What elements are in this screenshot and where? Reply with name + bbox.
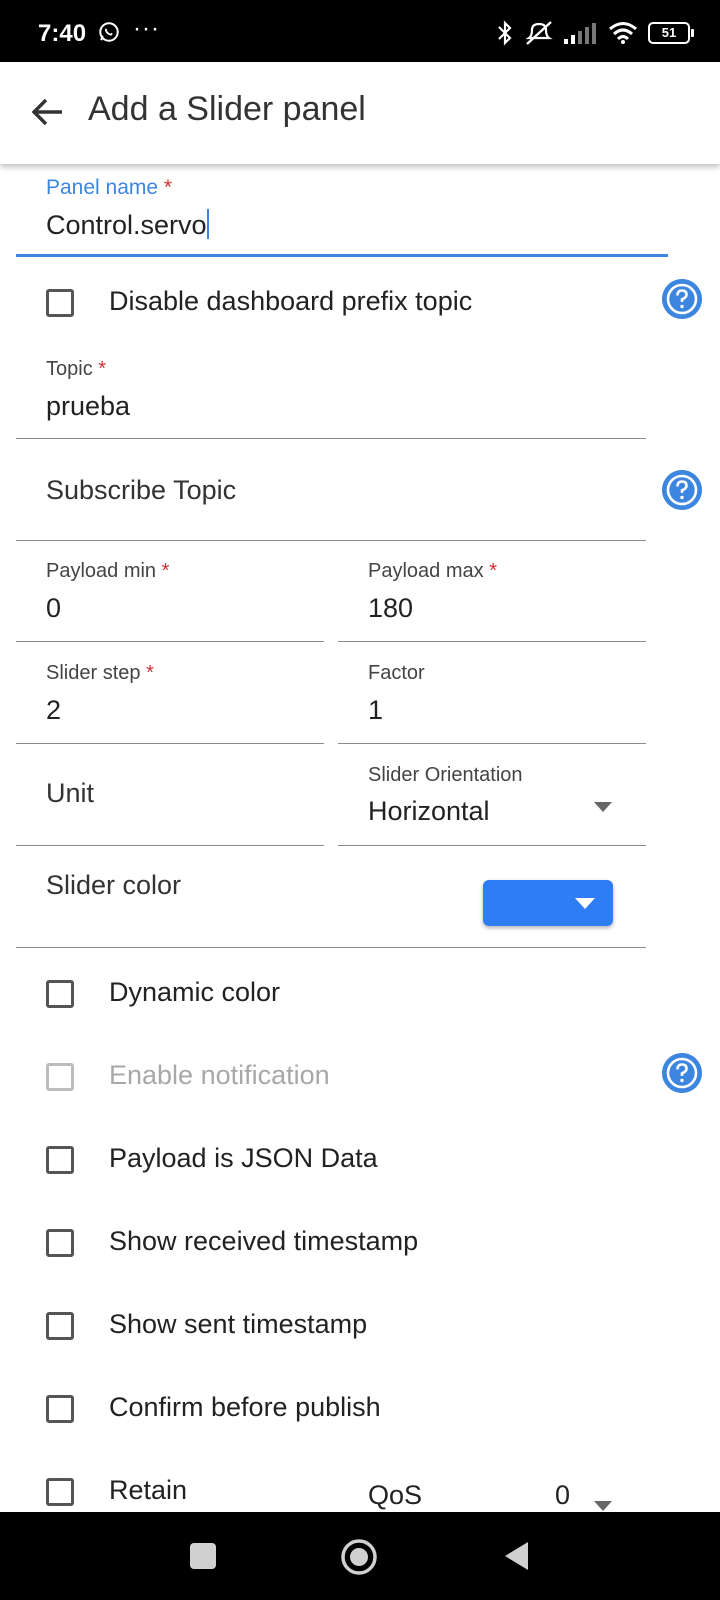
qos-select[interactable]: 0 xyxy=(555,1480,570,1511)
show-sent-timestamp-checkbox[interactable] xyxy=(46,1312,74,1340)
topic-label: Topic * xyxy=(46,358,107,380)
chevron-down-icon xyxy=(575,898,595,909)
panel-name-label: Panel name * xyxy=(46,176,173,199)
payload-max-label: Payload max * xyxy=(368,560,497,582)
disable-prefix-label: Disable dashboard prefix topic xyxy=(109,286,473,316)
subscribe-topic-underline xyxy=(16,540,646,541)
dynamic-color-label: Dynamic color xyxy=(109,977,281,1007)
recents-icon[interactable] xyxy=(190,1543,216,1569)
battery-icon: 51 xyxy=(648,22,694,44)
payload-json-label: Payload is JSON Data xyxy=(109,1143,378,1173)
factor-input[interactable]: 1 xyxy=(368,695,383,726)
text-cursor xyxy=(206,209,209,239)
slider-step-label: Slider step * xyxy=(46,662,154,684)
payload-json-checkbox[interactable] xyxy=(46,1146,74,1174)
payload-min-input[interactable]: 0 xyxy=(46,593,61,624)
status-bar: 7:40 ··· 51 xyxy=(0,0,720,62)
confirm-publish-checkbox[interactable] xyxy=(46,1395,74,1423)
topic-input[interactable]: prueba xyxy=(46,391,130,422)
confirm-publish-label: Confirm before publish xyxy=(109,1392,381,1422)
dynamic-color-checkbox[interactable] xyxy=(46,980,74,1008)
show-received-timestamp-checkbox[interactable] xyxy=(46,1229,74,1257)
help-icon[interactable] xyxy=(662,1053,702,1093)
help-icon[interactable] xyxy=(662,470,702,510)
qos-label: QoS xyxy=(368,1480,423,1510)
orientation-label: Slider Orientation xyxy=(368,764,523,786)
retain-checkbox[interactable] xyxy=(46,1478,74,1506)
factor-label: Factor xyxy=(368,662,425,684)
unit-input[interactable]: Unit xyxy=(46,778,94,809)
help-icon[interactable] xyxy=(662,279,702,319)
payload-max-input[interactable]: 180 xyxy=(368,593,413,624)
panel-name-input[interactable]: Control.servo xyxy=(46,209,209,241)
chevron-down-icon[interactable] xyxy=(594,1501,612,1511)
back-arrow-icon[interactable] xyxy=(30,94,66,130)
bluetooth-icon xyxy=(498,20,512,46)
slider-color-label: Slider color xyxy=(46,870,182,900)
navigation-bar xyxy=(0,1512,720,1600)
orientation-underline xyxy=(338,845,646,846)
payload-max-underline xyxy=(338,641,646,642)
enable-notification-label: Enable notification xyxy=(109,1060,330,1090)
signal-icon xyxy=(564,23,596,44)
status-icons: 51 xyxy=(496,20,694,46)
mute-icon xyxy=(525,21,553,45)
disable-prefix-checkbox[interactable] xyxy=(46,289,74,317)
payload-min-underline xyxy=(16,641,324,642)
chevron-down-icon[interactable] xyxy=(594,802,612,812)
show-sent-timestamp-label: Show sent timestamp xyxy=(109,1309,368,1339)
slider-step-underline xyxy=(16,743,324,744)
payload-min-label: Payload min * xyxy=(46,560,170,582)
form-container: Panel name * Control.servo Disable dashb… xyxy=(0,164,720,1512)
subscribe-topic-input[interactable]: Subscribe Topic xyxy=(46,475,236,506)
enable-notification-checkbox[interactable] xyxy=(46,1063,74,1091)
unit-underline xyxy=(16,845,324,846)
slider-color-underline xyxy=(16,947,646,948)
more-notifications-icon: ··· xyxy=(133,15,160,42)
factor-underline xyxy=(338,743,646,744)
page-title: Add a Slider panel xyxy=(88,90,366,128)
show-received-timestamp-label: Show received timestamp xyxy=(109,1226,419,1256)
back-icon[interactable] xyxy=(502,1540,530,1572)
whatsapp-icon xyxy=(99,22,119,42)
panel-name-underline xyxy=(16,254,668,257)
status-time: 7:40 xyxy=(38,20,87,47)
orientation-select[interactable]: Horizontal xyxy=(368,796,490,827)
app-bar: Add a Slider panel xyxy=(0,62,720,164)
slider-step-input[interactable]: 2 xyxy=(46,695,61,726)
topic-underline xyxy=(16,438,646,439)
retain-label: Retain xyxy=(109,1475,188,1505)
wifi-icon xyxy=(609,22,637,44)
home-icon[interactable] xyxy=(340,1538,378,1576)
slider-color-button[interactable] xyxy=(483,880,613,926)
